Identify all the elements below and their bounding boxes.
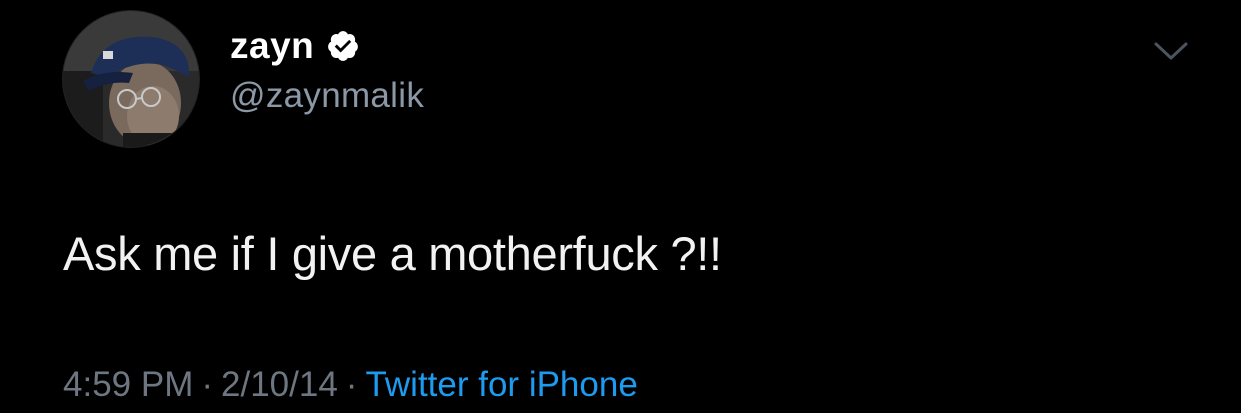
meta-separator: ·	[201, 365, 214, 404]
meta-separator: ·	[345, 365, 358, 404]
tweet-source-link[interactable]: Twitter for iPhone	[365, 365, 637, 404]
tweet-date[interactable]: 2/10/14	[221, 365, 338, 404]
display-name[interactable]: zayn	[230, 25, 314, 67]
avatar[interactable]	[63, 11, 199, 147]
tweet-card: zayn @zaynmalik Ask me if I give a mothe…	[0, 0, 1241, 413]
avatar-photo	[63, 11, 199, 147]
user-handle[interactable]: @zaynmalik	[230, 76, 424, 116]
name-row: zayn	[230, 24, 360, 68]
tweet-time[interactable]: 4:59 PM	[63, 365, 193, 404]
tweet-meta: 4:59 PM · 2/10/14 · Twitter for iPhone	[63, 365, 638, 405]
chevron-down-icon[interactable]	[1153, 40, 1189, 64]
verified-badge-icon	[326, 29, 360, 63]
tweet-text: Ask me if I give a motherfuck ?!!	[63, 227, 722, 280]
